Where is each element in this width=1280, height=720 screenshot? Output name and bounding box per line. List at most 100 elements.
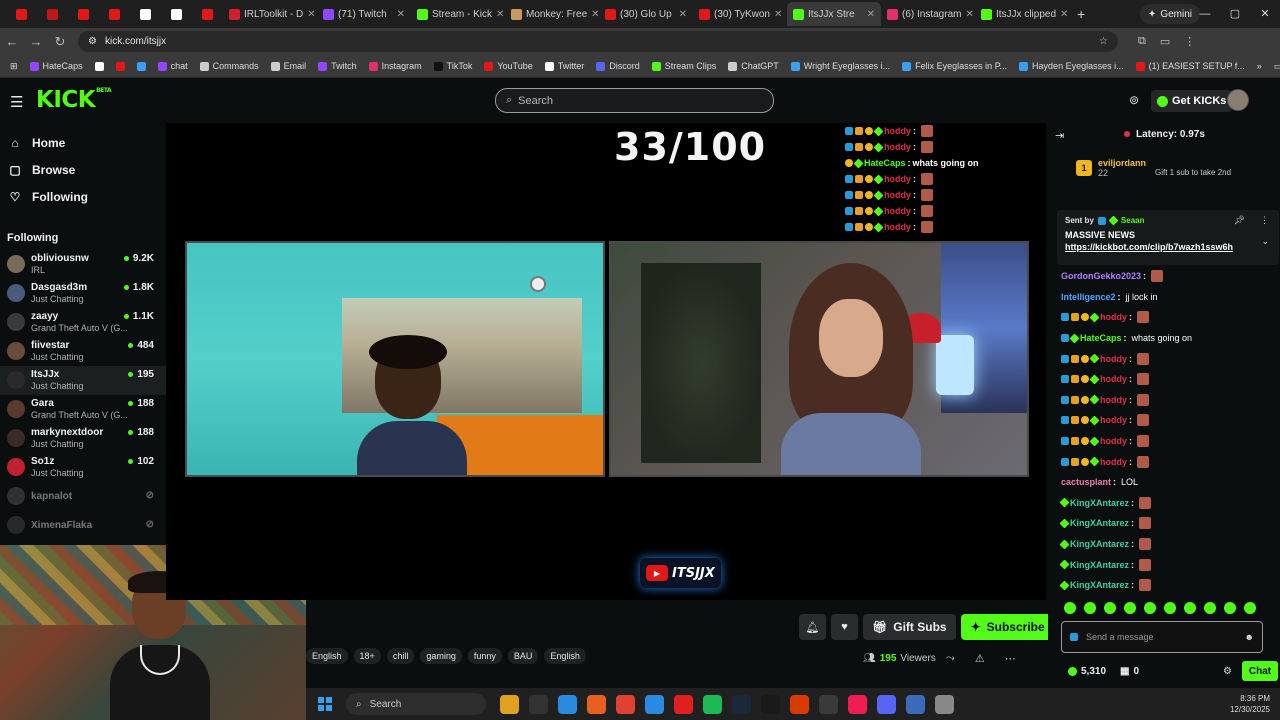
bookmark-item[interactable]: [89, 61, 110, 71]
chat-message[interactable]: Intelligence2: jj lock in: [1061, 287, 1276, 308]
close-tab-icon[interactable]: ✕: [1060, 9, 1068, 20]
chat-username[interactable]: hoddy: [1100, 354, 1127, 364]
back-icon[interactable]: ←: [0, 34, 24, 49]
emoji-picker-icon[interactable]: ☻: [1245, 632, 1254, 642]
bookmark-item[interactable]: [131, 61, 152, 71]
forward-icon[interactable]: →: [24, 34, 48, 49]
system-clock[interactable]: 8:36 PM 12/30/2025: [1230, 693, 1270, 715]
bookmark-item[interactable]: HateCaps: [24, 61, 89, 71]
send-chat-button[interactable]: Chat: [1242, 661, 1278, 681]
taskbar-search[interactable]: ⌕ Search: [346, 693, 486, 715]
chat-username[interactable]: hoddy: [1100, 395, 1127, 405]
bookmark-item[interactable]: Email: [265, 61, 313, 71]
video-player[interactable]: 33/100 hoddy: hoddy: HateCaps: whats going …: [166, 123, 1046, 600]
chat-username[interactable]: hoddy: [1100, 374, 1127, 384]
taskbar-app-icon[interactable]: [877, 694, 896, 714]
taskbar-app-icon[interactable]: [848, 694, 867, 714]
browser-tab[interactable]: (30) Glo Up ✕: [599, 2, 693, 26]
followed-channel[interactable]: zaayy Grand Theft Auto V (G... 1.1K: [0, 308, 166, 337]
quick-emote-icon[interactable]: [1084, 602, 1096, 614]
browser-tab[interactable]: (6) Instagram ✕: [881, 2, 975, 26]
report-icon[interactable]: ⚠: [975, 652, 985, 665]
chat-message[interactable]: KingXAntarez:: [1059, 554, 1276, 575]
bookmark-star-icon[interactable]: ☆: [1099, 36, 1108, 47]
bookmark-item[interactable]: (1) EASIEST SETUP f...: [1130, 61, 1251, 71]
kicks-balance[interactable]: 5,310: [1068, 666, 1106, 677]
stream-tag[interactable]: gaming: [420, 648, 462, 664]
chat-username[interactable]: KingXAntarez: [1070, 560, 1129, 570]
bookmark-item[interactable]: chat: [152, 61, 194, 71]
taskbar-app-icon[interactable]: [935, 694, 954, 714]
quick-emote-icon[interactable]: [1104, 602, 1116, 614]
bookmark-item[interactable]: Wright Eyeglasses i...: [785, 61, 896, 71]
bookmark-item[interactable]: Instagram: [363, 61, 428, 71]
bookmark-item[interactable]: Discord: [590, 61, 646, 71]
stream-tag[interactable]: BAU: [507, 648, 539, 664]
browser-tab[interactable]: Stream - Kick ✕: [411, 2, 505, 26]
chat-settings-icon[interactable]: ⚙: [1223, 666, 1232, 677]
taskbar-app-icon[interactable]: [558, 694, 577, 714]
taskbar-app-icon[interactable]: [732, 694, 751, 714]
close-window-icon[interactable]: ✕: [1250, 0, 1280, 28]
gift-subs-button[interactable]: 🎁︎ Gift Subs: [863, 614, 956, 640]
followed-channel[interactable]: markynextdoor Just Chatting 188: [0, 424, 166, 453]
bookmark-item[interactable]: [110, 61, 131, 71]
chat-username[interactable]: GordonGekko2023: [1061, 271, 1141, 281]
chat-username[interactable]: HateCaps: [1080, 333, 1122, 343]
followed-channel[interactable]: obliviousnw IRL 9.2K: [0, 250, 166, 279]
browser-tab[interactable]: [192, 2, 223, 26]
chat-message[interactable]: KingXAntarez:: [1059, 513, 1276, 534]
chat-message[interactable]: hoddy:: [1061, 348, 1276, 369]
chat-username[interactable]: hoddy: [1100, 436, 1127, 446]
quick-emote-icon[interactable]: [1184, 602, 1196, 614]
followed-channel[interactable]: Gara Grand Theft Auto V (G... 188: [0, 395, 166, 424]
browser-tab[interactable]: (71) Twitch ✕: [317, 2, 411, 26]
taskbar-app-icon[interactable]: [587, 694, 606, 714]
apps-grid-icon[interactable]: ⊞: [4, 61, 24, 72]
bookmark-item[interactable]: YouTube: [478, 61, 538, 71]
bookmark-item[interactable]: Stream Clips: [646, 61, 723, 71]
bookmark-item[interactable]: ChatGPT: [722, 61, 785, 71]
chat-message[interactable]: HateCaps: whats going on: [1061, 328, 1276, 349]
followed-channel[interactable]: So1z Just Chatting 102: [0, 453, 166, 482]
cast-icon[interactable]: ▭: [1160, 35, 1170, 48]
stream-tag[interactable]: 18+: [353, 648, 381, 664]
browser-tab[interactable]: [37, 2, 68, 26]
chat-message[interactable]: KingXAntarez:: [1059, 575, 1276, 596]
chat-username[interactable]: KingXAntarez: [1070, 580, 1129, 590]
browser-tab[interactable]: [99, 2, 130, 26]
nav-browse[interactable]: ▢ Browse: [0, 156, 166, 183]
gift-hint[interactable]: Gift 1 sub to take 2nd: [1155, 168, 1231, 177]
close-tab-icon[interactable]: ✕: [774, 9, 782, 20]
bookmark-item[interactable]: TikTok: [428, 61, 479, 71]
close-tab-icon[interactable]: ✕: [867, 9, 875, 20]
quick-emote-icon[interactable]: [1144, 602, 1156, 614]
follow-heart-button[interactable]: ♥: [831, 614, 858, 640]
browser-tab[interactable]: IRLToolkit - D ✕: [223, 2, 317, 26]
url-field[interactable]: ⚙ kick.com/itsjjx ☆: [78, 31, 1118, 52]
chat-username[interactable]: Intelligence2: [1061, 292, 1116, 302]
chat-message[interactable]: hoddy:: [1061, 451, 1276, 472]
user-avatar[interactable]: [1227, 89, 1249, 111]
nav-home[interactable]: ⌂ Home: [0, 129, 166, 156]
hamburger-menu-icon[interactable]: ☰: [10, 93, 23, 111]
followed-channel[interactable]: XimenaFlaka ⊘: [0, 511, 166, 540]
chat-message[interactable]: hoddy:: [1061, 431, 1276, 452]
taskbar-app-icon[interactable]: [790, 694, 809, 714]
more-options-icon[interactable]: ⋯: [1005, 652, 1016, 665]
followed-channel[interactable]: ItsJJx Just Chatting 195: [0, 366, 166, 395]
bookmark-item[interactable]: Commands: [194, 61, 265, 71]
chat-message[interactable]: GordonGekko2023:: [1061, 266, 1276, 287]
taskbar-app-icon[interactable]: [616, 694, 635, 714]
stream-tag[interactable]: English: [306, 648, 348, 664]
chat-message[interactable]: hoddy:: [1061, 390, 1276, 411]
taskbar-app-icon[interactable]: [819, 694, 838, 714]
stream-tag[interactable]: chill: [386, 648, 415, 664]
theater-icon[interactable]: ⊚: [1129, 93, 1139, 107]
chat-username[interactable]: KingXAntarez: [1070, 498, 1129, 508]
bookmarks-overflow-icon[interactable]: »: [1251, 61, 1268, 71]
close-tab-icon[interactable]: ✕: [307, 9, 315, 20]
notification-bell-button[interactable]: 🔔︎: [799, 614, 826, 640]
nav-following[interactable]: ♡ Following: [0, 183, 166, 210]
subscribe-button[interactable]: ✦ Subscribe: [960, 614, 1055, 640]
